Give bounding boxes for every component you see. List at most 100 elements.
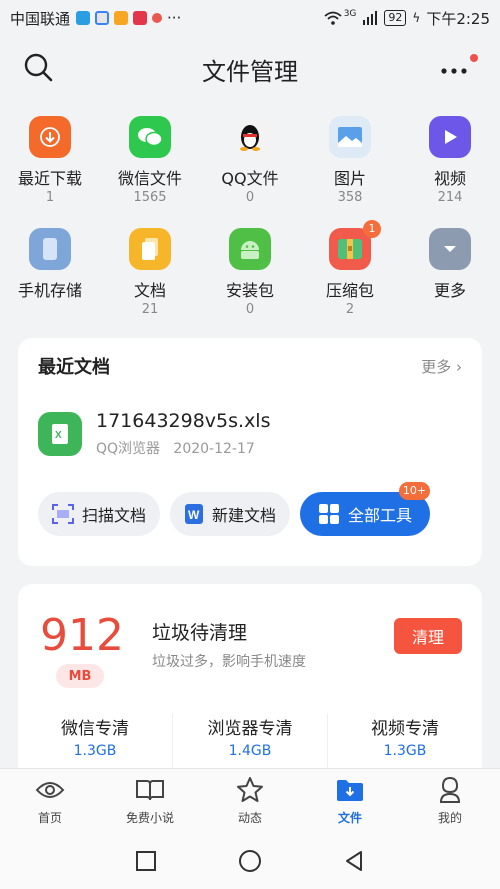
excel-file-icon: X — [38, 412, 82, 456]
video-play-icon — [429, 116, 471, 158]
category-label: 视频 — [433, 169, 466, 188]
eye-icon — [35, 775, 65, 805]
category-wechat-files[interactable]: 微信文件 1565 — [100, 116, 200, 207]
document-icon — [129, 228, 171, 270]
category-archives[interactable]: 1 压缩包 2 — [300, 220, 400, 319]
chrome-icon — [95, 11, 110, 25]
category-label: 压缩包 — [325, 281, 374, 300]
tools-badge: 10+ — [398, 482, 431, 500]
recent-docs-card: 最近文档 更多 › X 171643298v5s.xls QQ浏览器 2020-… — [18, 338, 482, 566]
archive-badge: 1 — [363, 220, 381, 238]
category-label: 安装包 — [225, 281, 274, 300]
app-icon — [133, 11, 148, 25]
doc-source: QQ浏览器 — [96, 441, 161, 457]
browser-clean-size: 1.4GB — [228, 743, 272, 759]
category-count: 0 — [245, 302, 255, 317]
notification-dot — [470, 54, 478, 62]
location-icon — [152, 13, 163, 23]
recent-apps-icon[interactable] — [135, 850, 157, 872]
search-icon — [24, 53, 53, 82]
more-notifications-icon: ··· — [167, 9, 182, 27]
home-icon[interactable] — [237, 848, 263, 874]
app-header: 文件管理 — [0, 36, 500, 102]
back-icon[interactable] — [343, 850, 365, 872]
category-label: 图片 — [333, 169, 366, 188]
svg-text:X: X — [55, 430, 62, 441]
nav-profile[interactable]: 我的 — [400, 769, 500, 832]
wechat-icon — [129, 116, 171, 158]
charging-icon: ϟ — [412, 11, 421, 25]
qq-penguin-icon — [229, 116, 271, 158]
category-more[interactable]: 更多 — [400, 228, 500, 301]
star-icon — [235, 775, 265, 805]
nav-feed[interactable]: 动态 — [200, 769, 300, 832]
video-clean-size: 1.3GB — [383, 743, 427, 759]
junk-size: 912 — [40, 610, 124, 661]
folder-icon — [335, 775, 365, 805]
category-phone-storage[interactable]: 手机存储 — [0, 228, 100, 301]
category-label: QQ文件 — [221, 169, 279, 188]
more-dots-icon — [441, 68, 467, 74]
category-count: 358 — [337, 190, 363, 205]
recent-docs-more-link[interactable]: 更多 › — [421, 356, 462, 377]
telegram-icon — [76, 11, 91, 25]
nav-home[interactable]: 首页 — [0, 769, 100, 832]
nav-files[interactable]: 文件 — [300, 769, 400, 832]
word-icon: W — [185, 504, 204, 524]
category-apk-packages[interactable]: 安装包 0 — [200, 228, 300, 319]
category-videos[interactable]: 视频 214 — [400, 116, 500, 207]
video-clean-item[interactable]: 视频专清 1.3GB — [328, 714, 482, 770]
scan-document-button[interactable]: 扫描文档 — [38, 492, 161, 536]
category-count: 1565 — [133, 190, 167, 205]
category-label: 最近下载 — [17, 169, 82, 188]
image-icon — [329, 116, 371, 158]
nav-free-novels[interactable]: 免费小说 — [100, 769, 200, 832]
system-nav-bar — [0, 832, 500, 889]
category-documents[interactable]: 文档 21 — [100, 228, 200, 319]
clean-button[interactable]: 清理 — [394, 618, 462, 654]
more-menu-button[interactable] — [438, 54, 478, 84]
junk-unit: MB — [56, 664, 104, 688]
junk-description: 垃圾过多，影响手机速度 — [151, 654, 306, 670]
junk-title: 垃圾待清理 — [151, 622, 247, 644]
wifi-icon — [324, 11, 342, 25]
new-document-button[interactable]: W 新建文档 — [170, 492, 291, 536]
grid-icon — [319, 504, 340, 524]
category-label: 微信文件 — [117, 169, 182, 188]
recent-doc-item[interactable]: X 171643298v5s.xls QQ浏览器 2020-12-17 — [18, 394, 482, 474]
browser-clean-item[interactable]: 浏览器专清 1.4GB — [173, 714, 328, 770]
category-count: 2 — [345, 302, 355, 317]
category-label: 更多 — [433, 281, 466, 300]
category-label: 手机存储 — [17, 281, 82, 300]
junk-cleanup-card: 912 MB 垃圾待清理 垃圾过多，影响手机速度 清理 微信专清 1.3GB 浏… — [18, 584, 482, 784]
signal-icon — [363, 11, 378, 25]
recent-docs-title: 最近文档 — [38, 357, 110, 378]
svg-text:W: W — [188, 508, 200, 522]
wechat-clean-item[interactable]: 微信专清 1.3GB — [18, 714, 173, 770]
archive-icon: 1 — [329, 220, 381, 270]
page-title: 文件管理 — [202, 57, 298, 86]
wechat-clean-size: 1.3GB — [73, 743, 117, 759]
category-count: 0 — [245, 190, 255, 205]
all-tools-button[interactable]: 全部工具 10+ — [300, 482, 431, 536]
search-button[interactable] — [22, 51, 56, 85]
category-count: 214 — [437, 190, 463, 205]
category-count: 21 — [141, 302, 159, 317]
battery-level: 92 — [384, 10, 407, 26]
phone-storage-icon — [29, 228, 71, 270]
android-icon — [229, 228, 271, 270]
chevron-right-icon: › — [456, 357, 462, 376]
network-type: 3G — [343, 9, 357, 19]
junk-categories: 微信专清 1.3GB 浏览器专清 1.4GB 视频专清 1.3GB — [18, 714, 482, 770]
more-chevron-icon — [429, 228, 471, 270]
clock: 下午2:25 — [426, 9, 490, 28]
category-count: 1 — [45, 190, 55, 205]
doc-file-name: 171643298v5s.xls — [96, 410, 271, 432]
status-bar: 中国联通 ··· 3G 92 ϟ 下午2:25 — [0, 0, 500, 36]
category-images[interactable]: 图片 358 — [300, 116, 400, 207]
category-qq-files[interactable]: QQ文件 0 — [200, 116, 300, 207]
doc-date: 2020-12-17 — [173, 441, 255, 457]
bottom-nav: 首页 免费小说 动态 文件 我的 — [0, 768, 500, 832]
doc-tools: 扫描文档 W 新建文档 全部工具 10+ — [18, 482, 482, 536]
category-recent-downloads[interactable]: 最近下载 1 — [0, 116, 100, 207]
